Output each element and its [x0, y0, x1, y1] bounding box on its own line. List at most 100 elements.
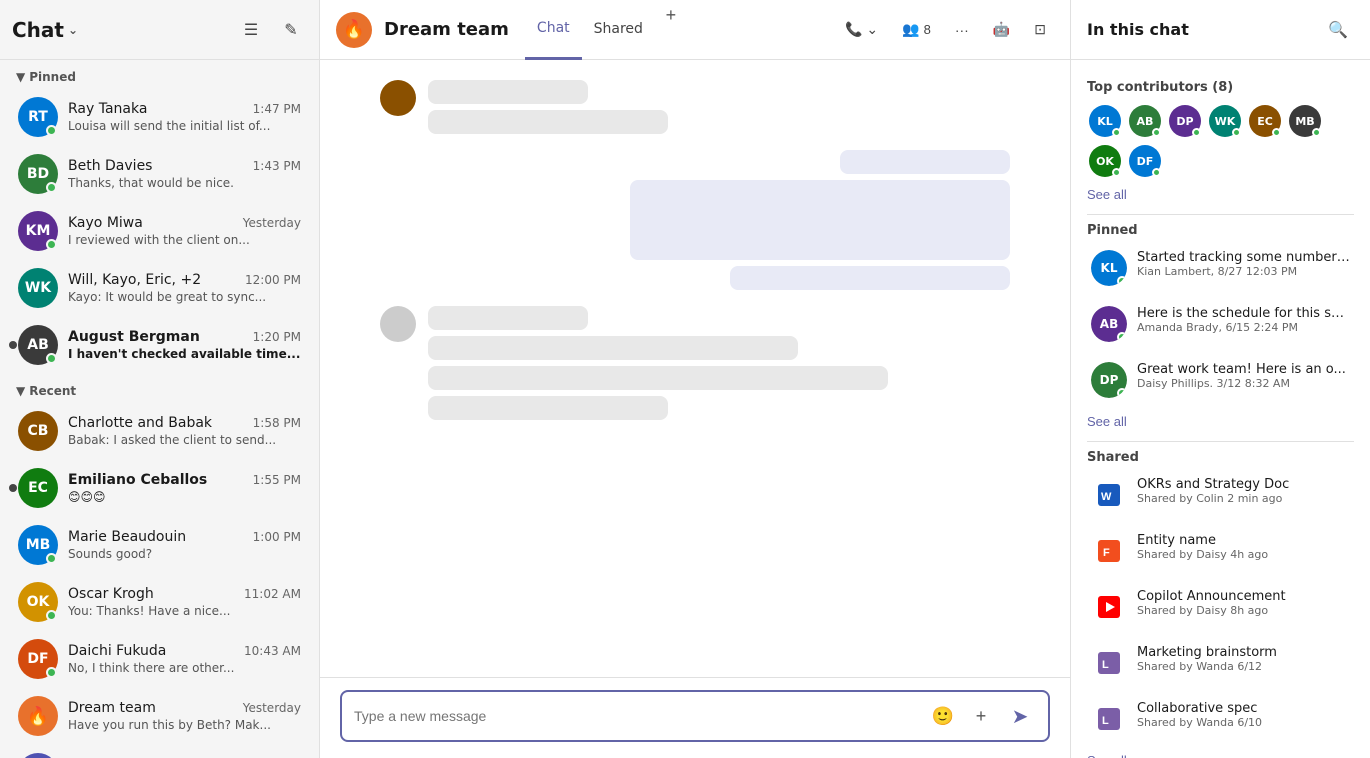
- contributors-see-all-button[interactable]: See all: [1087, 187, 1127, 202]
- status-dot: [46, 182, 57, 193]
- rp-shared-item-1[interactable]: FEntity nameShared by Daisy 4h ago: [1087, 529, 1354, 573]
- pinned-see-all-button[interactable]: See all: [1087, 414, 1127, 429]
- chat-item-will-kayo-eric[interactable]: WKWill, Kayo, Eric, +212:00 PMKayo: It w…: [6, 260, 313, 316]
- shared-file-sub: Shared by Wanda 6/10: [1137, 716, 1350, 729]
- main-header: 🔥 Dream team Chat Shared + 📞 ⌄ 👥 8 ···: [320, 0, 1070, 60]
- contributor-avatar-0: KL: [1087, 103, 1123, 139]
- contributor-avatar-1: AB: [1127, 103, 1163, 139]
- chat-time-text: 1:55 PM: [253, 473, 301, 487]
- recent-list: CBCharlotte and Babak1:58 PMBabak: I ask…: [0, 403, 319, 758]
- contributors-label: Top contributors (8): [1087, 80, 1354, 95]
- chat-time-text: 12:00 PM: [245, 273, 301, 287]
- bubble-1b: [428, 110, 668, 134]
- pinned-avatar-wrap: AB: [1091, 306, 1127, 342]
- shared-file-name: Copilot Announcement: [1137, 589, 1350, 604]
- chat-name-row: Kayo MiwaYesterday: [68, 215, 301, 231]
- group-emoji: 🔥: [343, 19, 365, 40]
- chat-name-text: Daichi Fukuda: [68, 643, 166, 659]
- contributor-avatar-6: OK: [1087, 143, 1123, 179]
- chat-time-text: 10:43 AM: [244, 644, 301, 658]
- rp-pinned-item-1[interactable]: ABHere is the schedule for this se...Ama…: [1087, 302, 1354, 346]
- shared-file-name: Marketing brainstorm: [1137, 645, 1350, 660]
- pinned-main-text: Great work team! Here is an o...: [1137, 362, 1350, 377]
- bubble-2b: [630, 180, 1010, 260]
- chat-name-row: Oscar Krogh11:02 AM: [68, 586, 301, 602]
- send-button[interactable]: ➤: [1004, 700, 1036, 732]
- chat-item-daichi-fukuda[interactable]: DFDaichi Fukuda10:43 AMNo, I think there…: [6, 631, 313, 687]
- contributor-avatar-5: MB: [1287, 103, 1323, 139]
- copilot-button[interactable]: 🤖: [985, 17, 1018, 42]
- right-panel-header: In this chat 🔍: [1071, 0, 1370, 60]
- main-tabs: Chat Shared +: [525, 0, 687, 60]
- contributors-row: KLABDPWKECMBOKDF: [1087, 103, 1354, 179]
- rp-pinned-item-2[interactable]: DPGreat work team! Here is an o...Daisy …: [1087, 358, 1354, 402]
- chat-item-marie-beaudouin[interactable]: MBMarie Beaudouin1:00 PMSounds good?: [6, 517, 313, 573]
- shared-text-wrap: Entity nameShared by Daisy 4h ago: [1137, 533, 1350, 561]
- chat-preview-text: Babak: I asked the client to send...: [68, 433, 301, 447]
- chat-name-text: Ray Tanaka: [68, 101, 147, 117]
- tab-shared[interactable]: Shared: [582, 0, 655, 60]
- bubble-3c: [428, 366, 888, 390]
- chat-preview-text: I reviewed with the client on...: [68, 233, 301, 247]
- pinned-avatar-wrap: KL: [1091, 250, 1127, 286]
- shared-text-wrap: Marketing brainstormShared by Wanda 6/12: [1137, 645, 1350, 673]
- chat-name-text: Charlotte and Babak: [68, 415, 212, 431]
- shared-rp-label: Shared: [1087, 450, 1354, 465]
- pinned-list: RTRay Tanaka1:47 PMLouisa will send the …: [0, 89, 319, 373]
- filter-button[interactable]: ☰: [235, 14, 267, 46]
- chat-info: Emiliano Ceballos1:55 PM😊😊😊: [68, 472, 301, 504]
- shared-text-wrap: OKRs and Strategy DocShared by Colin 2 m…: [1137, 477, 1350, 505]
- chat-time-text: 1:47 PM: [253, 102, 301, 116]
- chat-item-kayo-miwa[interactable]: KMKayo MiwaYesterdayI reviewed with the …: [6, 203, 313, 259]
- rp-shared-item-4[interactable]: LCollaborative specShared by Wanda 6/10: [1087, 697, 1354, 741]
- popout-button[interactable]: ⊡: [1026, 17, 1054, 42]
- chat-time-text: Yesterday: [243, 216, 301, 230]
- attach-button[interactable]: +: [966, 701, 996, 731]
- chat-info: Daichi Fukuda 10:43 AM No, I think there a…: [68, 643, 301, 675]
- participants-button[interactable]: 👥 8: [894, 17, 939, 42]
- contributor-avatar-7: DF: [1127, 143, 1163, 179]
- call-button[interactable]: 📞 ⌄: [837, 17, 886, 42]
- contributor-avatar-3: WK: [1207, 103, 1243, 139]
- chat-item-beth-davies[interactable]: BDBeth Davies1:43 PMThanks, that would b…: [6, 146, 313, 202]
- pinned-chevron-icon: ▼: [16, 70, 25, 84]
- msg-avatar-1: [380, 80, 416, 116]
- chat-preview-text: No, I think there are other...: [68, 661, 301, 675]
- message-row-1: [380, 80, 1010, 134]
- search-button[interactable]: 🔍: [1322, 14, 1354, 46]
- rp-shared-item-3[interactable]: LMarketing brainstormShared by Wanda 6/1…: [1087, 641, 1354, 685]
- more-icon: ···: [955, 22, 969, 38]
- chat-item-team-design[interactable]: TDTeam Design TemplateYesterdayReta: Let…: [6, 745, 313, 758]
- tab-chat[interactable]: Chat: [525, 0, 582, 60]
- sidebar-header: Chat ⌄ ☰ ✎: [0, 0, 319, 60]
- msg-avatar-3: [380, 306, 416, 342]
- shared-see-all-button[interactable]: See all: [1087, 753, 1127, 758]
- chat-item-ray-tanaka[interactable]: RTRay Tanaka1:47 PMLouisa will send the …: [6, 89, 313, 145]
- rp-pinned-item-0[interactable]: KLStarted tracking some number ...Kian L…: [1087, 246, 1354, 290]
- chat-item-dream-team[interactable]: 🔥Dream teamYesterdayHave you run this by…: [6, 688, 313, 744]
- chat-name-text: Oscar Krogh: [68, 586, 154, 602]
- message-input[interactable]: [354, 708, 920, 724]
- chat-info: August Bergman1:20 PMI haven't checked a…: [68, 329, 301, 361]
- rp-pinned-list: KLStarted tracking some number ...Kian L…: [1087, 246, 1354, 402]
- pinned-rp-label: Pinned: [1087, 223, 1354, 238]
- emoji-button[interactable]: 🙂: [928, 701, 958, 731]
- chat-preview-text: 😊😊😊: [68, 490, 301, 504]
- chat-name-text: August Bergman: [68, 329, 200, 345]
- avatar: 🔥: [18, 696, 58, 736]
- shared-text-wrap: Copilot AnnouncementShared by Daisy 8h a…: [1137, 589, 1350, 617]
- rp-shared-item-0[interactable]: WOKRs and Strategy DocShared by Colin 2 …: [1087, 473, 1354, 517]
- pinned-status: [1117, 388, 1127, 398]
- chat-item-emiliano-ceballos[interactable]: ECEmiliano Ceballos1:55 PM😊😊😊: [6, 460, 313, 516]
- unread-dot: [9, 341, 17, 349]
- chat-info: Will, Kayo, Eric, +212:00 PMKayo: It wou…: [68, 272, 301, 304]
- more-button[interactable]: ···: [947, 18, 977, 42]
- add-tab-button[interactable]: +: [655, 0, 687, 32]
- chat-item-charlotte-babak[interactable]: CBCharlotte and Babak1:58 PMBabak: I ask…: [6, 403, 313, 459]
- chat-item-august-bergman[interactable]: ABAugust Bergman1:20 PMI haven't checked…: [6, 317, 313, 373]
- rp-shared-item-2[interactable]: Copilot AnnouncementShared by Daisy 8h a…: [1087, 585, 1354, 629]
- contributor-status: [1192, 128, 1201, 137]
- new-chat-button[interactable]: ✎: [275, 14, 307, 46]
- chat-item-oscar-krogh[interactable]: OKOscar Krogh11:02 AMYou: Thanks! Have a…: [6, 574, 313, 630]
- recent-section-label: ▼ Recent: [0, 374, 319, 402]
